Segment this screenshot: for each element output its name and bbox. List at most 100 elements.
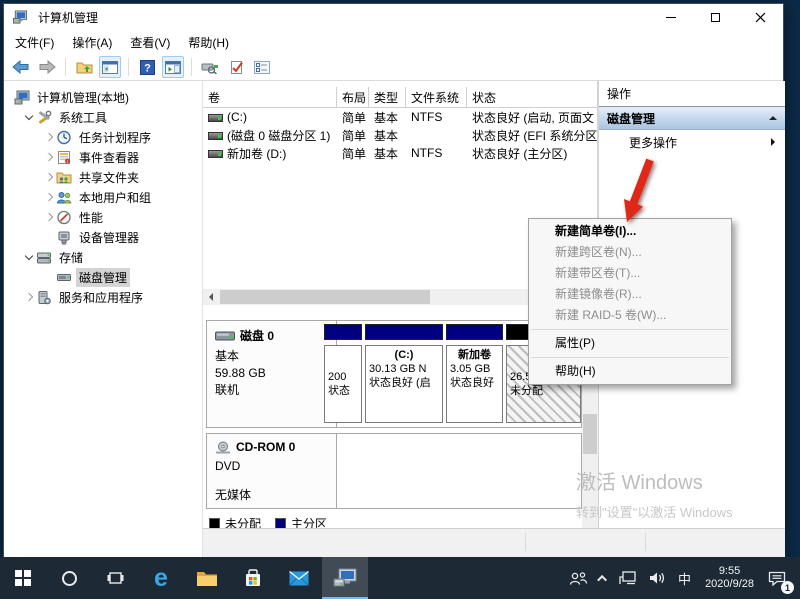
people-button[interactable] [564,557,593,599]
column-header-volume[interactable]: 卷 [203,87,337,107]
tree-item-storage[interactable]: 存储 [4,247,202,267]
close-button[interactable] [738,4,783,31]
action-pane-toggle-button[interactable] [162,56,184,78]
menu-item-properties[interactable]: 属性(P) [529,333,731,354]
menu-action[interactable]: 操作(A) [63,31,121,54]
column-header-status[interactable]: 状态 [467,87,598,107]
vertical-scrollbar-thumb[interactable] [583,414,597,454]
expander-collapsed-icon[interactable] [41,194,56,200]
collapse-icon[interactable] [769,116,777,120]
system-tools-icon [36,110,52,125]
help-icon: ? [140,60,155,75]
folder-up-icon [76,60,93,74]
volume-row[interactable]: 新加卷 (D:) 简单 基本 NTFS 状态良好 (主分区) [203,144,598,162]
tree-item-event-viewer[interactable]: ! 事件查看器 [4,147,202,167]
tree-item-performance[interactable]: 性能 [4,207,202,227]
microsoft-store-button[interactable] [230,557,276,599]
performance-icon [56,210,72,225]
help-button[interactable]: ? [136,56,158,78]
console-tree-toggle-button[interactable] [99,56,121,78]
toolbar-separator [65,58,66,76]
time-text: 9:55 [705,565,754,578]
menu-bar: 文件(F) 操作(A) 查看(V) 帮助(H) [4,31,783,54]
volume-button[interactable] [644,557,671,599]
volume-icon [208,114,223,122]
minimize-button[interactable] [648,4,693,31]
tree-item-device-manager[interactable]: 设备管理器 [4,227,202,247]
expander-expanded-icon[interactable] [21,256,36,259]
tree-label: 本地用户和组 [76,188,154,207]
forward-button[interactable] [36,56,58,78]
horizontal-scrollbar-thumb[interactable] [220,290,430,304]
file-explorer-button[interactable] [184,557,230,599]
maximize-button[interactable] [693,4,738,31]
computer-management-taskbar-button[interactable] [322,557,368,599]
mail-button[interactable] [276,557,322,599]
disk-inspect-button[interactable] [199,56,221,78]
check-status-button[interactable] [225,56,247,78]
tree-label: 设备管理器 [76,228,142,247]
cortana-button[interactable] [46,557,92,599]
column-header-type[interactable]: 类型 [369,87,406,107]
expander-collapsed-icon[interactable] [41,154,56,160]
task-view-button[interactable] [92,557,138,599]
expander-collapsed-icon[interactable] [41,134,56,140]
disk-0-label[interactable]: 磁盘 0 基本 59.88 GB 联机 [207,321,337,427]
computer-management-window: 计算机管理 文件(F) 操作(A) 查看(V) 帮助(H) [3,3,784,557]
tree-item-task-scheduler[interactable]: 任务计划程序 [4,127,202,147]
computer-management-icon [12,10,28,25]
actions-pane-title: 操作 [599,81,785,107]
task-list-button[interactable] [251,56,273,78]
volume-table-header: 卷 布局 类型 文件系统 状态 [203,87,598,108]
cdrom-label[interactable]: CD-ROM 0 DVD 无媒体 [207,434,337,508]
disk-management-icon [56,270,72,285]
tree-item-computer-management[interactable]: 计算机管理(本地) [4,87,202,107]
show-hidden-icons-button[interactable] [595,557,612,599]
menu-item-new-striped-volume: 新建带区卷(T)... [529,263,731,284]
column-header-layout[interactable]: 布局 [337,87,369,107]
tree-item-disk-management[interactable]: 磁盘管理 [4,267,202,287]
partition-new-volume[interactable]: 新加卷 3.05 GB 状态良好 [446,324,503,423]
console-tree-pane: 计算机管理(本地) 系统工具 任务计划程序 [4,81,203,558]
up-level-button[interactable] [73,56,95,78]
menu-item-help[interactable]: 帮助(H) [529,361,731,382]
mail-icon [289,571,309,586]
volume-icon [208,132,223,140]
expander-collapsed-icon[interactable] [21,294,36,300]
notification-badge: 1 [781,581,794,594]
partition-c-drive[interactable]: (C:) 30.13 GB N 状态良好 (启 [365,324,443,423]
svg-text:?: ? [144,62,151,74]
start-button[interactable] [0,557,46,599]
menu-help[interactable]: 帮助(H) [179,31,238,54]
actions-section-disk-management[interactable]: 磁盘管理 [599,107,785,130]
storage-icon [36,250,52,265]
menu-separator [531,329,729,330]
back-button[interactable] [10,56,32,78]
partition-system-reserved[interactable]: 200 状态 [324,324,362,423]
menu-view[interactable]: 查看(V) [121,31,179,54]
tree-item-shared-folders[interactable]: 共享文件夹 [4,167,202,187]
back-icon [12,60,30,74]
volume-row[interactable]: (磁盘 0 磁盘分区 1) 简单 基本 状态良好 (EFI 系统分区 [203,126,598,144]
cdrom-status: 无媒体 [215,487,330,504]
ime-indicator[interactable]: 中 [673,557,696,599]
tree-item-local-users-groups[interactable]: 本地用户和组 [4,187,202,207]
tree-item-system-tools[interactable]: 系统工具 [4,107,202,127]
expander-collapsed-icon[interactable] [41,174,56,180]
scroll-left-button[interactable] [203,289,219,305]
action-center-button[interactable]: 1 [763,557,796,599]
taskbar-clock[interactable]: 9:55 2020/9/28 [698,565,761,591]
cd-rom-icon [215,441,231,454]
menu-item-new-mirrored-volume: 新建镜像卷(R)... [529,284,731,305]
close-icon [755,12,766,23]
expander-expanded-icon[interactable] [21,116,36,119]
column-header-filesystem[interactable]: 文件系统 [406,87,467,107]
edge-button[interactable]: e [138,557,184,599]
volume-row[interactable]: (C:) 简单 基本 NTFS 状态良好 (启动, 页面文 [203,108,598,126]
tree-item-services-applications[interactable]: 服务和应用程序 [4,287,202,307]
expander-collapsed-icon[interactable] [41,214,56,220]
network-button[interactable] [614,557,642,599]
date-text: 2020/9/28 [705,578,754,591]
menu-file[interactable]: 文件(F) [6,31,63,54]
title-bar: 计算机管理 [4,4,783,31]
